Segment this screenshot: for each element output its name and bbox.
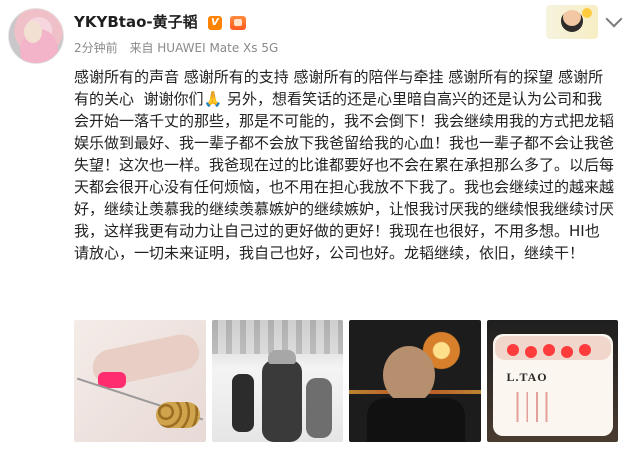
chevron-down-icon[interactable] (605, 10, 623, 28)
photo-face (383, 346, 435, 404)
top-right-actions (546, 4, 623, 40)
photo-person (261, 360, 302, 442)
photo-person (305, 378, 332, 438)
avatar[interactable] (8, 8, 64, 64)
post-source: 来自 HUAWEI Mate Xs 5G (129, 41, 279, 55)
photo-thumbnail[interactable] (74, 320, 206, 442)
post-time: 2分钟前 (74, 41, 118, 55)
photo-person (231, 374, 254, 432)
post-meta: 2分钟前 来自 HUAWEI Mate Xs 5G (74, 38, 286, 58)
photo-beads (156, 402, 200, 428)
photo-strawberries (506, 344, 519, 356)
post-text: 感谢所有的声音 感谢所有的支持 感谢所有的陪伴与牵挂 感谢所有的探望 感谢所有的… (74, 68, 615, 262)
photo-ceiling (211, 320, 343, 354)
photo-body (367, 398, 465, 442)
caricature-sticker (546, 5, 598, 39)
vip-icon (230, 15, 247, 30)
verified-icon: V (207, 15, 222, 30)
photo-hat (267, 350, 296, 364)
photo-cake-script (508, 392, 605, 422)
photo-cake-text: L.TAO (506, 370, 548, 384)
photo-thumbnail[interactable] (349, 320, 481, 442)
media-row: L.TAO (74, 320, 618, 442)
photo-thumbnail[interactable]: L.TAO (486, 320, 618, 442)
username-text[interactable]: YKYBtao-黄子韬 (74, 13, 198, 31)
photo-thumbnail[interactable] (211, 320, 343, 442)
username[interactable]: YKYBtao-黄子韬 V (74, 10, 247, 34)
